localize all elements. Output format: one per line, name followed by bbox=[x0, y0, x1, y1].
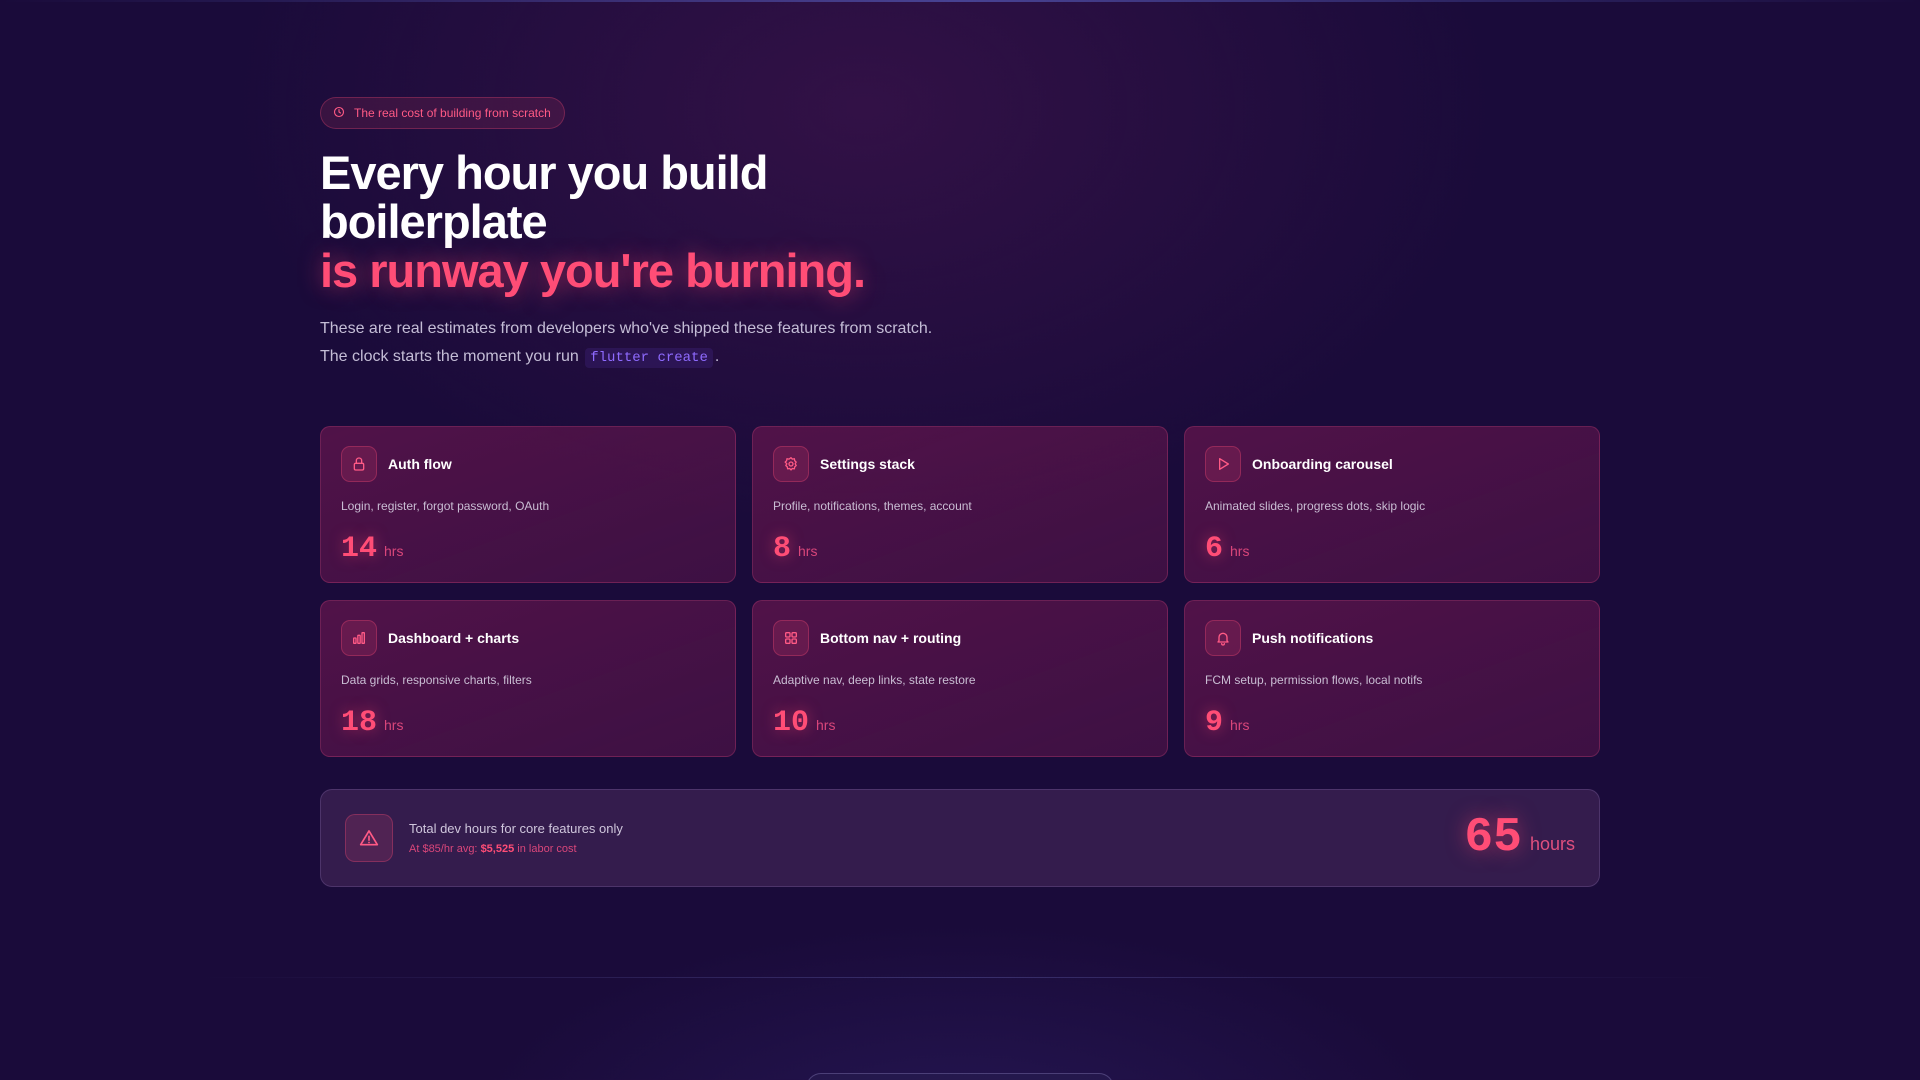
rate-prefix: At $85/hr avg: bbox=[409, 843, 478, 855]
bell-icon bbox=[1205, 620, 1241, 656]
labor-cost: $5,525 bbox=[480, 843, 515, 855]
feature-title: Push notifications bbox=[1252, 630, 1374, 646]
page-title: Every hour you build boilerplate is runw… bbox=[320, 148, 1040, 295]
feature-card-onboarding: Onboarding carousel Animated slides, pro… bbox=[1184, 426, 1600, 583]
subtitle: These are real estimates from developers… bbox=[320, 315, 1600, 372]
feature-hours-unit: hrs bbox=[1230, 717, 1250, 733]
feature-hours-unit: hrs bbox=[816, 717, 836, 733]
feature-title: Dashboard + charts bbox=[388, 630, 520, 646]
clock-icon bbox=[333, 106, 345, 121]
subtitle-line-1: These are real estimates from developers… bbox=[320, 320, 933, 337]
feature-hours: 9 bbox=[1205, 706, 1224, 740]
total-hours-unit: hours bbox=[1529, 834, 1575, 854]
subtitle-line-2-prefix: The clock starts the moment you run bbox=[320, 348, 579, 365]
total-label: Total dev hours for core features only bbox=[409, 821, 623, 836]
feature-hours: 10 bbox=[773, 706, 810, 740]
feature-grid: Auth flow Login, register, forgot passwo… bbox=[320, 426, 1600, 757]
feature-title: Bottom nav + routing bbox=[820, 630, 962, 646]
feature-title: Settings stack bbox=[820, 456, 915, 472]
feature-hours-unit: hrs bbox=[384, 717, 404, 733]
feature-description: Profile, notifications, themes, account bbox=[773, 499, 972, 513]
title-line-1: Every hour you build bbox=[320, 146, 768, 199]
title-line-2: boilerplate bbox=[320, 195, 548, 248]
feature-description: FCM setup, permission flows, local notif… bbox=[1205, 673, 1423, 687]
feature-hours: 18 bbox=[341, 706, 378, 740]
badge-text: The real cost of building from scratch bbox=[354, 106, 551, 120]
total-rate: At $85/hr avg: $5,525 in labor cost bbox=[409, 843, 623, 855]
feature-card-dashboard: Dashboard + charts Data grids, responsiv… bbox=[320, 600, 736, 757]
feature-description: Login, register, forgot password, OAuth bbox=[341, 499, 550, 513]
feature-card-notifications: Push notifications FCM setup, permission… bbox=[1184, 600, 1600, 757]
subtitle-line-2-suffix: . bbox=[714, 348, 720, 365]
rate-suffix: in labor cost bbox=[517, 843, 577, 855]
feature-card-settings: Settings stack Profile, notifications, t… bbox=[752, 426, 1168, 583]
play-icon bbox=[1205, 446, 1241, 482]
feature-hours-unit: hrs bbox=[1230, 543, 1250, 559]
feature-card-navigation: Bottom nav + routing Adaptive nav, deep … bbox=[752, 600, 1168, 757]
total-summary: Total dev hours for core features only A… bbox=[320, 789, 1600, 887]
feature-description: Animated slides, progress dots, skip log… bbox=[1205, 499, 1426, 513]
bar-chart-icon bbox=[341, 620, 377, 656]
next-section-pill bbox=[806, 1073, 1114, 1080]
feature-card-auth: Auth flow Login, register, forgot passwo… bbox=[320, 426, 736, 583]
feature-hours-unit: hrs bbox=[384, 543, 404, 559]
feature-hours: 6 bbox=[1205, 532, 1224, 566]
title-line-highlight: is runway you're burning. bbox=[320, 244, 866, 297]
lock-icon bbox=[341, 446, 377, 482]
section-badge: The real cost of building from scratch bbox=[320, 97, 565, 129]
feature-hours-unit: hrs bbox=[798, 543, 818, 559]
top-divider bbox=[0, 0, 1920, 2]
feature-title: Auth flow bbox=[388, 456, 452, 472]
feature-description: Data grids, responsive charts, filters bbox=[341, 673, 532, 687]
grid-icon bbox=[773, 620, 809, 656]
feature-hours: 8 bbox=[773, 532, 792, 566]
section-divider bbox=[200, 977, 1720, 978]
feature-hours: 14 bbox=[341, 532, 378, 566]
command-code: flutter create bbox=[585, 348, 713, 368]
total-hours: 65 bbox=[1464, 811, 1522, 865]
gear-icon bbox=[773, 446, 809, 482]
feature-title: Onboarding carousel bbox=[1252, 456, 1393, 472]
cost-section: The real cost of building from scratch E… bbox=[320, 97, 1600, 887]
warning-icon bbox=[345, 814, 393, 862]
feature-description: Adaptive nav, deep links, state restore bbox=[773, 673, 976, 687]
